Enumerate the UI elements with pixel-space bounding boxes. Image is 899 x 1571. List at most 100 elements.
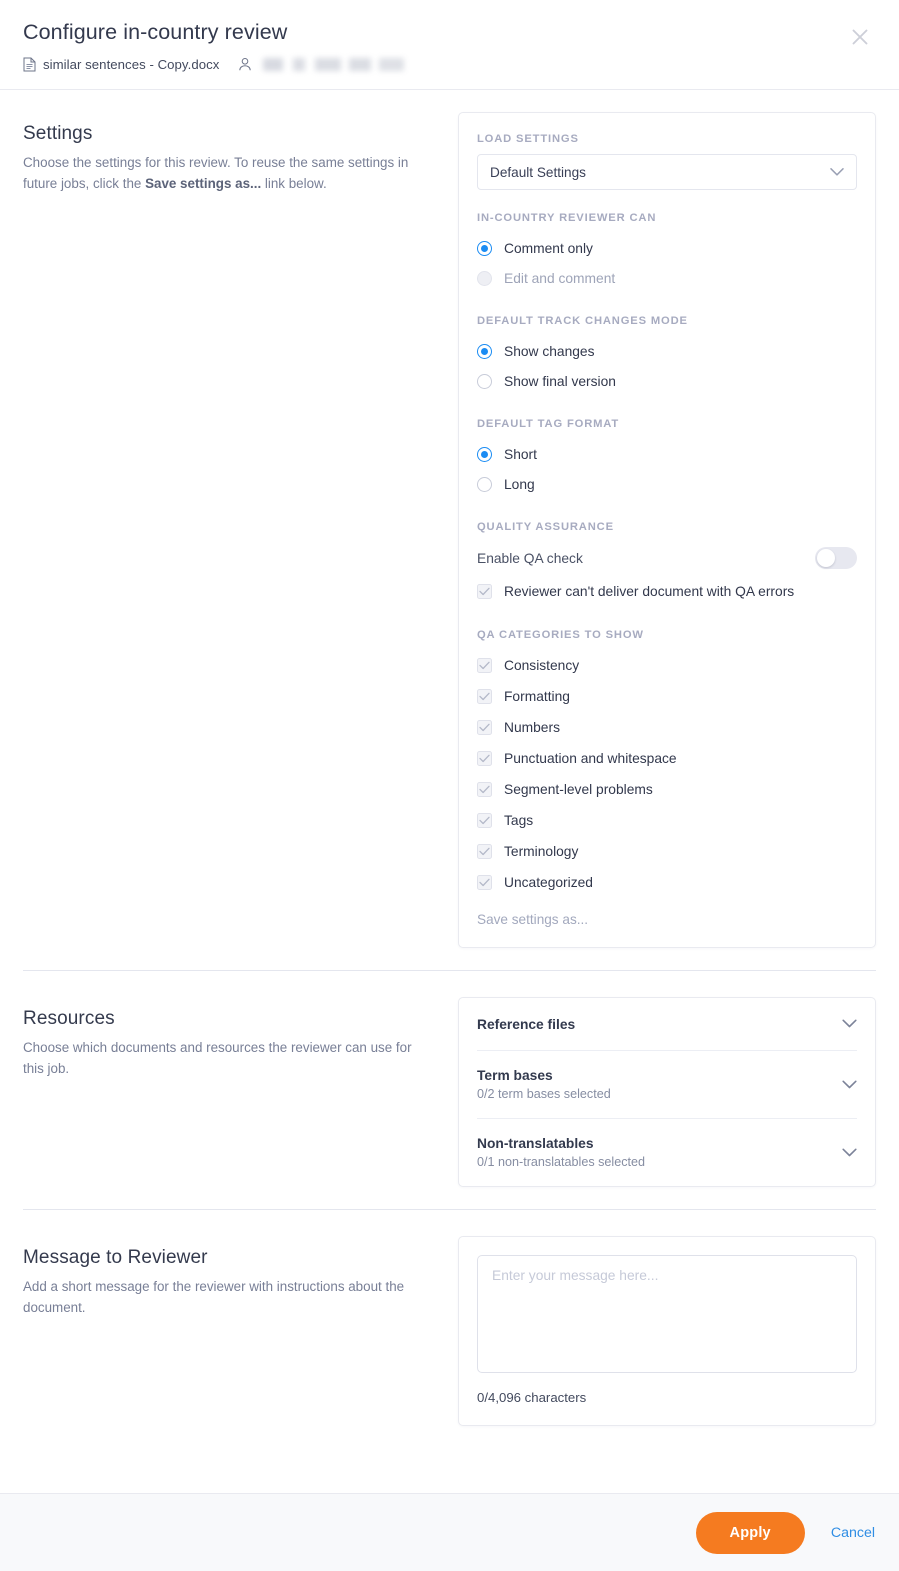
radio-indicator [477,270,492,286]
chevron-down-icon [842,1144,857,1162]
resources-heading: Resources [23,1008,115,1029]
message-section: Message to Reviewer Add a short message … [0,1236,899,1426]
resources-section-info: Resources Choose which documents and res… [23,997,458,1079]
track-changes-group: DEFAULT TRACK CHANGES MODE Show changes … [477,315,857,396]
apply-button[interactable]: Apply [695,1511,805,1554]
resource-row-term-bases[interactable]: Term bases 0/2 term bases selected [477,1051,857,1119]
checkbox-terminology[interactable]: Terminology [477,836,857,867]
radio-label: Long [504,476,535,492]
header-subline: similar sentences - Copy.docx [23,57,876,72]
settings-heading: Settings [23,123,93,144]
reviewer-can-label: IN-COUNTRY REVIEWER CAN [477,212,657,224]
message-card: 0/4,096 characters [458,1236,876,1426]
resources-section: Resources Choose which documents and res… [0,997,899,1187]
checkbox-indicator [477,720,492,735]
checkbox-formatting[interactable]: Formatting [477,681,857,712]
checkbox-uncategorized[interactable]: Uncategorized [477,867,857,898]
radio-short[interactable]: Short [477,439,857,469]
resources-card: Reference files Term bases 0/2 term base… [458,997,876,1187]
resource-row-text: Term bases 0/2 term bases selected [477,1068,611,1101]
radio-label: Comment only [504,240,593,256]
qa-categories-group: QA CATEGORIES TO SHOW Consistency Format… [477,629,857,927]
checkbox-consistency[interactable]: Consistency [477,650,857,681]
user-name-redacted [263,58,405,71]
tag-format-label: DEFAULT TAG FORMAT [477,418,620,430]
settings-description: Choose the settings for this review. To … [23,153,433,194]
checkbox-tags[interactable]: Tags [477,805,857,836]
reviewer-can-group: IN-COUNTRY REVIEWER CAN Comment only Edi… [477,212,857,293]
qa-categories-label: QA CATEGORIES TO SHOW [477,629,644,641]
character-counter: 0/4,096 characters [477,1390,587,1405]
message-description: Add a short message for the reviewer wit… [23,1279,405,1315]
chevron-down-icon [842,1015,857,1033]
checkbox-indicator [477,689,492,704]
quality-assurance-group: QUALITY ASSURANCE Enable QA check Review… [477,521,857,607]
resource-subtext: 0/2 term bases selected [477,1087,611,1101]
checkbox-label: Consistency [504,658,580,673]
resource-name: Non-translatables [477,1136,594,1151]
radio-label: Show changes [504,343,595,359]
radio-show-changes[interactable]: Show changes [477,336,857,366]
resource-row-non-translatables[interactable]: Non-translatables 0/1 non-translatables … [477,1119,857,1186]
resource-name: Term bases [477,1068,553,1083]
message-input[interactable] [477,1255,857,1373]
document-filename: similar sentences - Copy.docx [43,57,220,72]
checkbox-label: Terminology [504,844,579,859]
checkbox-reviewer-cannot-deliver[interactable]: Reviewer can't deliver document with QA … [477,576,857,607]
settings-description-bold: Save settings as... [145,175,262,191]
dialog-header: Configure in-country review similar sent… [0,0,899,90]
chevron-down-icon [830,165,844,180]
settings-section: Settings Choose the settings for this re… [0,112,899,948]
close-button[interactable] [843,20,877,54]
enable-qa-check-row: Enable QA check [477,542,857,574]
checkbox-indicator [477,875,492,890]
load-settings-select[interactable]: Default Settings [477,154,857,190]
checkbox-indicator [477,751,492,766]
resource-row-text: Reference files [477,1017,575,1032]
enable-qa-check-label: Enable QA check [477,550,583,566]
checkbox-label: Reviewer can't deliver document with QA … [504,584,795,599]
radio-indicator [477,446,492,462]
resource-row-reference-files[interactable]: Reference files [477,998,857,1051]
settings-description-post: link below. [261,175,327,191]
document-icon [23,57,36,72]
load-settings-value: Default Settings [490,164,586,180]
settings-card: LOAD SETTINGS Default Settings IN-COUNTR… [458,112,876,948]
enable-qa-check-toggle[interactable] [815,547,857,569]
resource-row-text: Non-translatables 0/1 non-translatables … [477,1136,645,1169]
radio-show-final-version[interactable]: Show final version [477,366,857,396]
chevron-down-icon [842,1076,857,1094]
checkbox-indicator [477,584,492,599]
checkbox-label: Segment-level problems [504,782,653,797]
checkbox-numbers[interactable]: Numbers [477,712,857,743]
checkbox-segment-level-problems[interactable]: Segment-level problems [477,774,857,805]
radio-label: Show final version [504,373,616,389]
resource-name: Reference files [477,1016,576,1032]
quality-assurance-label: QUALITY ASSURANCE [477,521,614,533]
dialog-content: Settings Choose the settings for this re… [0,90,899,1426]
radio-indicator [477,240,492,256]
close-icon [850,27,870,47]
radio-edit-and-comment[interactable]: Edit and comment [477,263,857,293]
checkbox-label: Numbers [504,720,560,735]
radio-indicator [477,476,492,492]
load-settings-label: LOAD SETTINGS [477,133,579,145]
radio-long[interactable]: Long [477,469,857,499]
resource-subtext: 0/1 non-translatables selected [477,1155,646,1169]
dialog-footer: Apply Cancel [0,1493,899,1571]
checkbox-label: Punctuation and whitespace [504,751,677,766]
settings-section-info: Settings Choose the settings for this re… [23,112,458,194]
save-settings-as-link[interactable]: Save settings as... [477,912,857,927]
radio-comment-only[interactable]: Comment only [477,233,857,263]
page-title: Configure in-country review [23,20,288,44]
checkbox-indicator [477,782,492,797]
checkbox-label: Formatting [504,689,570,704]
user-icon [238,57,252,72]
checkbox-indicator [477,658,492,673]
message-section-info: Message to Reviewer Add a short message … [23,1236,458,1318]
cancel-button[interactable]: Cancel [831,1525,875,1541]
radio-indicator [477,373,492,389]
load-settings-group: LOAD SETTINGS Default Settings [477,133,857,190]
checkbox-punctuation-and-whitespace[interactable]: Punctuation and whitespace [477,743,857,774]
resources-description: Choose which documents and resources the… [23,1040,412,1076]
